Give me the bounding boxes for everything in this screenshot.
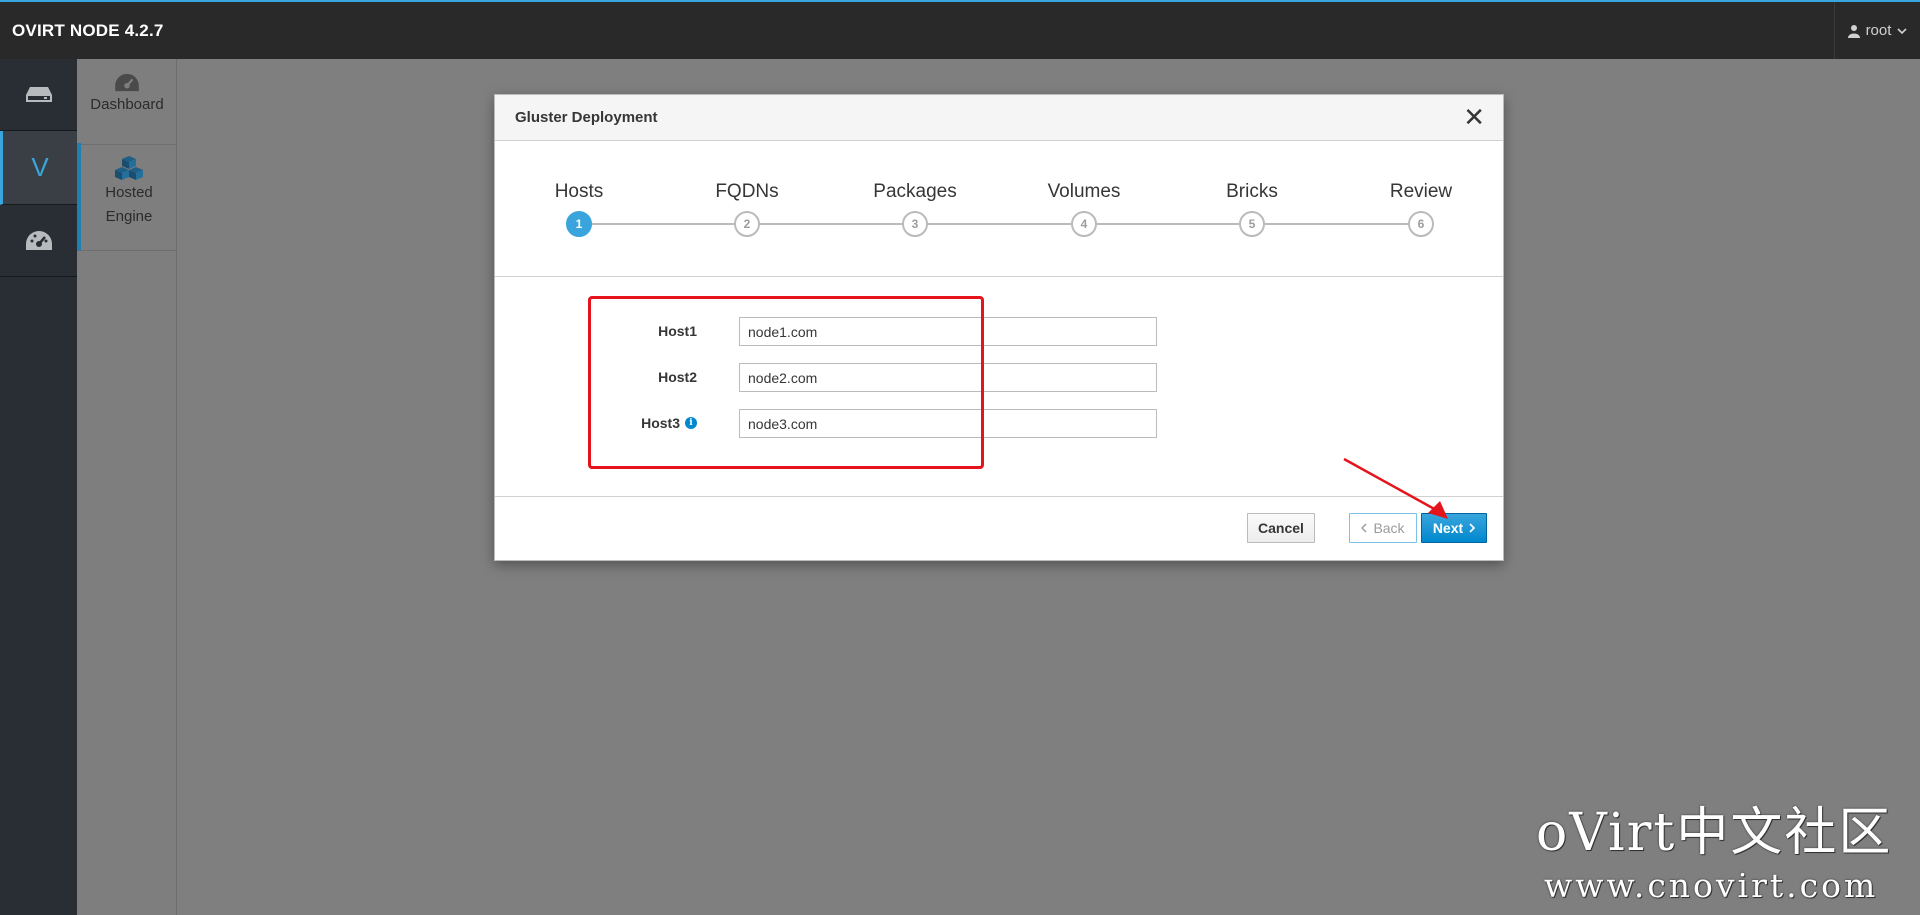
step-number: 2 [734,211,760,237]
close-icon[interactable]: ✕ [1463,104,1485,130]
chevron-down-icon [1897,27,1907,34]
annotation-arrow [1343,457,1448,519]
virtualization-icon: V [31,152,49,182]
cancel-button[interactable]: Cancel [1247,513,1315,543]
rail-item-host[interactable] [0,59,77,131]
user-menu[interactable]: root [1834,2,1920,59]
step-label: Volumes [1047,181,1121,202]
modal-title: Gluster Deployment [515,109,658,126]
step-hosts[interactable]: Hosts 1 [509,181,649,237]
dashboard-icon [115,73,139,92]
watermark-url: www.cnovirt.com [1544,866,1879,905]
subnav-label-line2: Engine [105,208,153,225]
step-number: 4 [1071,211,1097,237]
chevron-right-icon [1469,523,1476,533]
subnav-label: Dashboard [90,96,164,113]
step-number: 6 [1408,211,1434,237]
step-number: 1 [566,211,592,237]
rail-item-dashboard[interactable] [0,205,77,277]
user-icon [1847,24,1860,38]
cubes-icon [115,156,143,180]
subnav-item-hosted-engine[interactable]: Hosted Engine [77,143,177,251]
modal-header: Gluster Deployment ✕ [495,95,1503,141]
vertical-nav: V [0,59,77,915]
step-label: FQDNs [715,181,779,202]
step-fqdns[interactable]: FQDNs 2 [677,181,817,237]
wizard-steps: Hosts 1 FQDNs 2 Packages 3 Volumes 4 Bri… [495,141,1503,277]
step-label: Bricks [1226,181,1278,202]
step-bricks[interactable]: Bricks 5 [1182,181,1322,237]
subnav-item-dashboard[interactable]: Dashboard [77,73,177,145]
step-label: Review [1389,181,1453,202]
step-label: Packages [873,181,957,202]
step-number: 3 [902,211,928,237]
subnav-label-line1: Hosted [105,184,153,201]
user-name: root [1865,22,1892,39]
watermark-title: oVirt中文社区 [1536,803,1893,863]
server-icon [25,86,52,102]
dashboard-icon [25,230,52,250]
watermark: oVirt中文社区 www.cnovirt.com [1536,802,1892,908]
step-label: Hosts [554,181,604,202]
step-review[interactable]: Review 6 [1351,181,1491,237]
brand-title: OVIRT NODE 4.2.7 [12,21,164,40]
step-volumes[interactable]: Volumes 4 [1014,181,1154,237]
step-packages[interactable]: Packages 3 [845,181,985,237]
top-bar: OVIRT NODE 4.2.7 root [0,0,1920,59]
step-number: 5 [1239,211,1265,237]
rail-item-virtualization[interactable]: V [0,131,77,205]
annotation-highlight-box [588,296,984,469]
secondary-nav: Dashboard Hosted Engine [77,59,177,915]
